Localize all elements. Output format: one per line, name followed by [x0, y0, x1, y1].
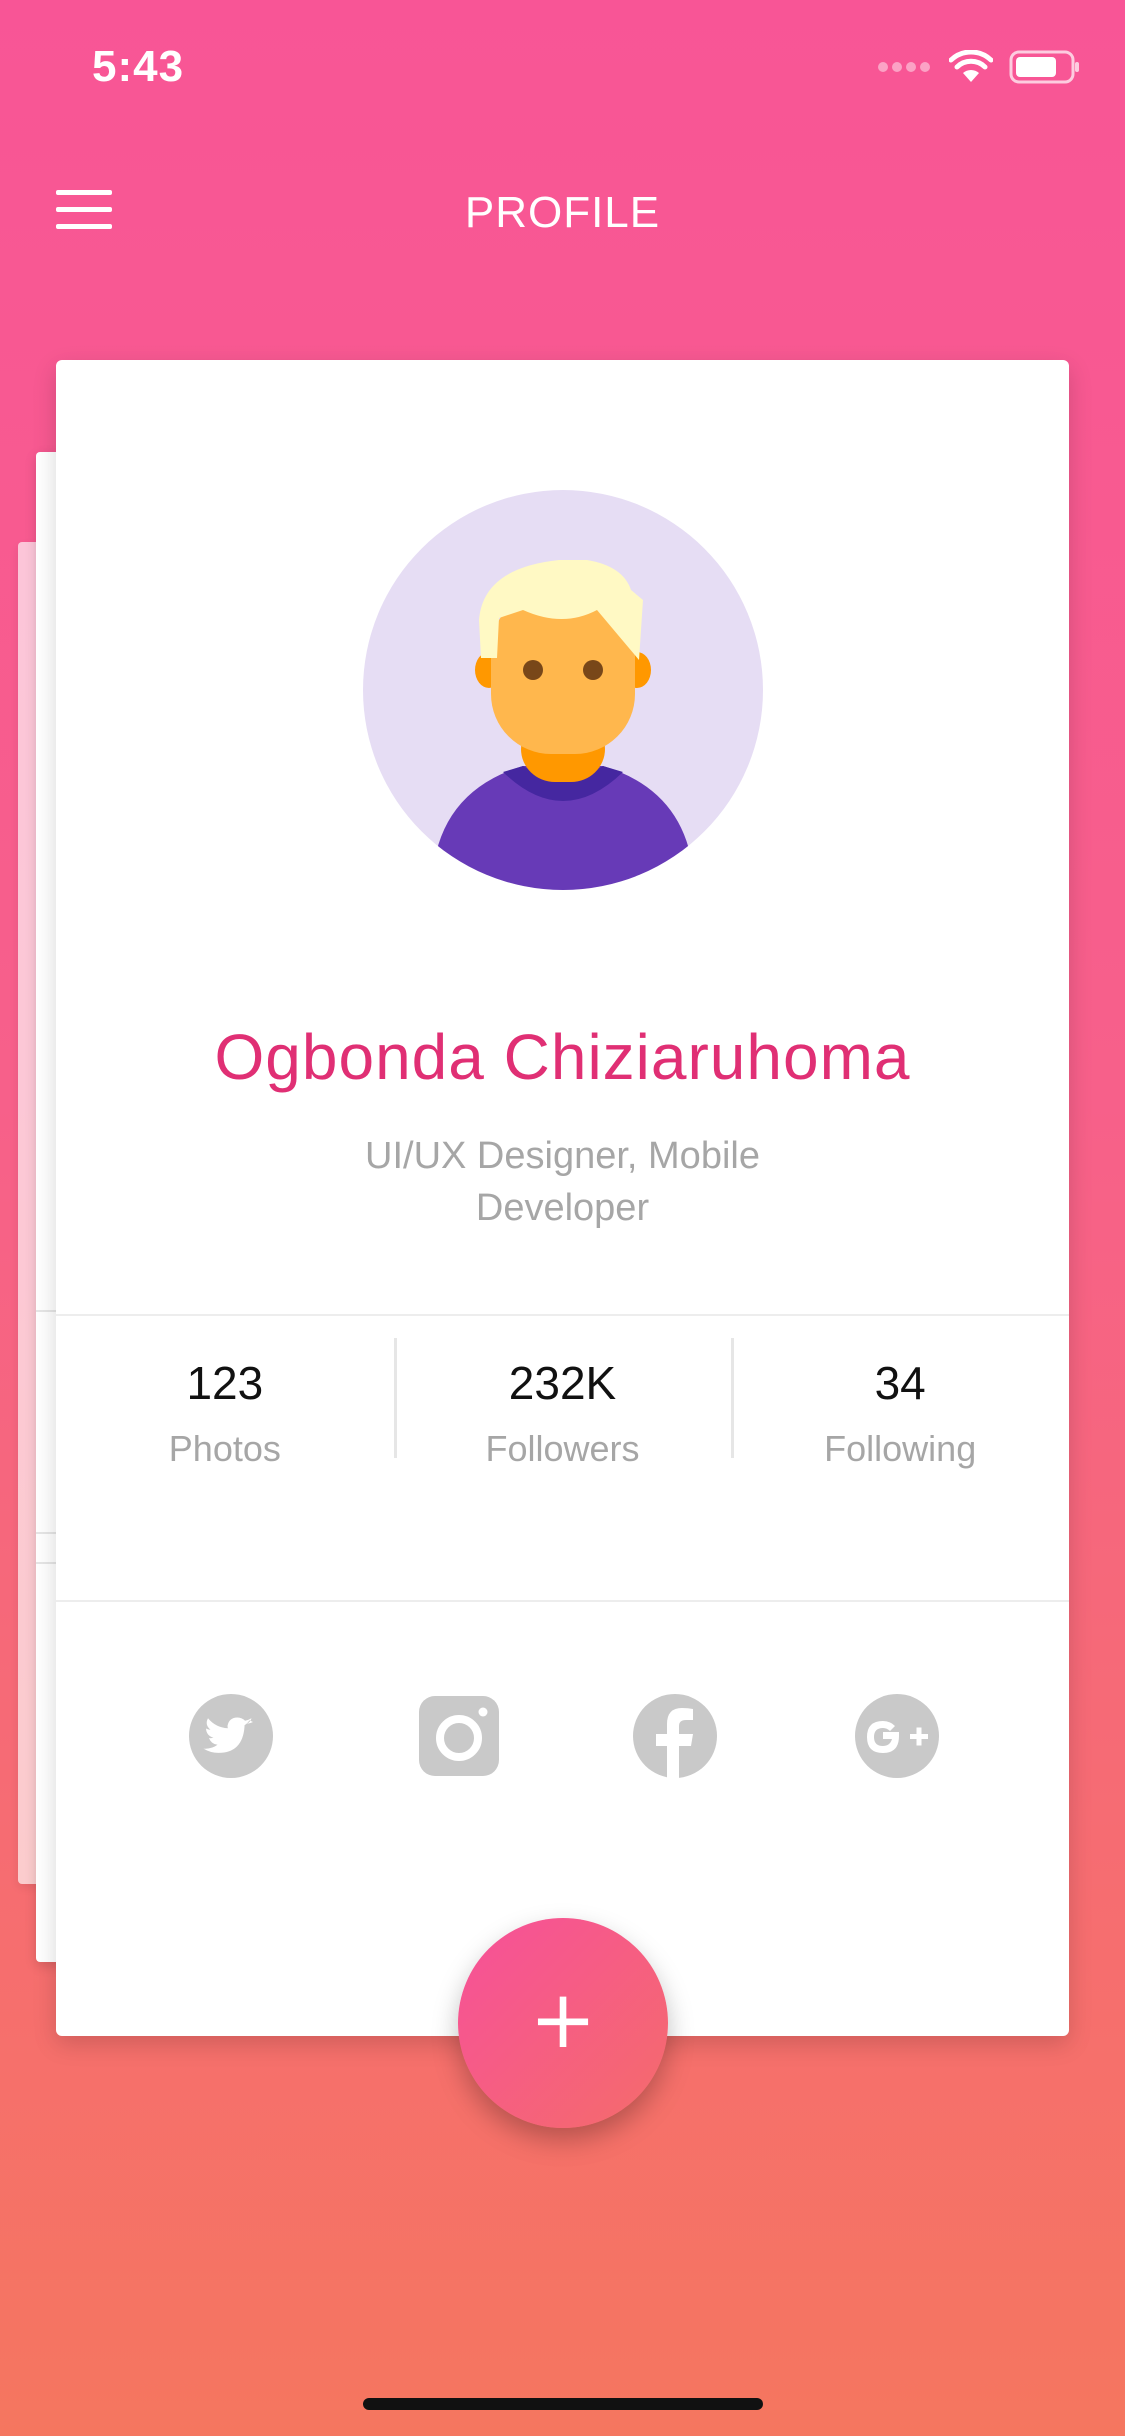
user-avatar-icon	[363, 490, 763, 890]
instagram-icon[interactable]	[415, 1692, 503, 1780]
stat-following[interactable]: 34 Following	[731, 1314, 1069, 1469]
stat-label: Followers	[485, 1428, 640, 1469]
facebook-icon[interactable]	[631, 1692, 719, 1780]
battery-icon	[1009, 50, 1079, 84]
home-indicator[interactable]	[363, 2398, 763, 2410]
profile-role: UI/UX Designer, Mobile Developer	[365, 1135, 760, 1229]
page-title: PROFILE	[464, 188, 661, 237]
stat-value: 34	[874, 1357, 926, 1409]
stats-row: 123 Photos 232K Followers 34 Following	[56, 1314, 1069, 1469]
profile-card: Ogbonda Chiziaruhoma UI/UX Designer, Mob…	[56, 360, 1069, 2036]
stat-followers[interactable]: 232K Followers	[393, 1314, 732, 1469]
wifi-icon	[949, 50, 993, 82]
twitter-icon[interactable]	[187, 1692, 275, 1780]
avatar	[363, 490, 763, 890]
status-icons	[877, 50, 1081, 84]
stat-photos[interactable]: 123 Photos	[56, 1314, 394, 1469]
divider	[56, 1600, 1069, 1602]
stat-value: 123	[186, 1357, 264, 1409]
google-plus-icon[interactable]	[853, 1692, 941, 1780]
stat-label: Following	[824, 1428, 977, 1469]
signal-icon	[878, 62, 930, 72]
status-bar: 5:43	[0, 0, 1125, 140]
plus-icon: +	[529, 1973, 597, 2066]
app-bar: PROFILE	[0, 160, 1125, 270]
stat-label: Photos	[168, 1428, 281, 1469]
social-links	[56, 1692, 1069, 1782]
stat-value: 232K	[508, 1357, 617, 1409]
add-button[interactable]: +	[458, 1918, 668, 2128]
profile-name: Ogbonda Chiziaruhoma	[214, 1021, 911, 1093]
status-time: 5:43	[92, 42, 185, 91]
